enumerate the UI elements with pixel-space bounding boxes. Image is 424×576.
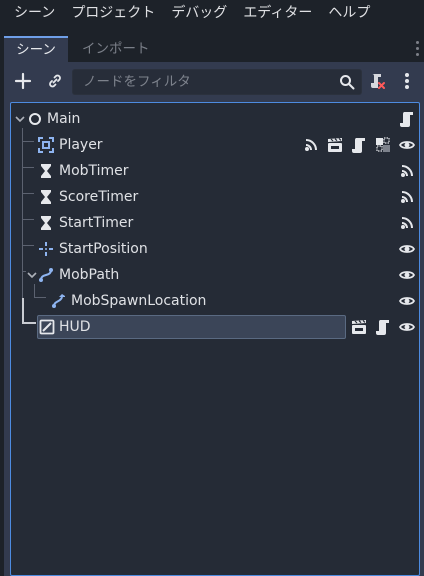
node-label: StartTimer	[59, 215, 134, 231]
tree-row-main[interactable]: Main	[11, 106, 419, 132]
scene-toolbar: ノードをフィルタ	[4, 62, 424, 100]
tree-row-mobspawnlocation[interactable]: MobSpawnLocation	[11, 288, 419, 314]
visibility-eye-icon[interactable]	[399, 241, 415, 257]
menu-editor[interactable]: エディター	[235, 0, 320, 26]
path2d-icon	[39, 268, 53, 282]
node-label: Player	[59, 137, 103, 153]
script-icon[interactable]	[375, 319, 391, 335]
marker2d-icon	[39, 242, 53, 256]
signal-icon[interactable]	[303, 137, 319, 153]
script-filter-icon[interactable]	[366, 70, 388, 92]
visibility-eye-icon[interactable]	[399, 137, 415, 153]
signal-icon[interactable]	[399, 189, 415, 205]
timer-icon	[41, 216, 51, 230]
signal-icon[interactable]	[399, 163, 415, 179]
node-filter-input[interactable]: ノードをフィルタ	[72, 69, 362, 95]
timer-icon	[41, 190, 51, 204]
tree-row-mobpath[interactable]: MobPath	[11, 262, 419, 288]
script-icon[interactable]	[351, 137, 367, 153]
tree-row-scoretimer[interactable]: ScoreTimer	[11, 184, 419, 210]
tree-row-startposition[interactable]: StartPosition	[11, 236, 419, 262]
scene-tree[interactable]: Main Player MobTimer ScoreTimer StartTim…	[10, 102, 420, 576]
node-label: StartPosition	[59, 241, 148, 257]
menu-project[interactable]: プロジェクト	[63, 0, 163, 26]
tab-scene[interactable]: シーン	[4, 36, 68, 62]
filter-placeholder: ノードをフィルタ	[83, 74, 191, 90]
tree-row-player[interactable]: Player	[11, 132, 419, 158]
tab-import[interactable]: インポート	[72, 36, 160, 62]
tree-row-starttimer[interactable]: StartTimer	[11, 210, 419, 236]
instance-link-icon[interactable]	[44, 70, 66, 92]
visibility-eye-icon[interactable]	[399, 319, 415, 335]
node-circle-icon	[29, 113, 41, 125]
menu-scene[interactable]: シーン	[6, 0, 63, 26]
node-label: MobPath	[59, 267, 120, 283]
visibility-eye-icon[interactable]	[399, 267, 415, 283]
signal-icon[interactable]	[399, 215, 415, 231]
tree-row-hud[interactable]: HUD	[11, 314, 419, 340]
menu-help[interactable]: ヘルプ	[320, 0, 378, 26]
menu-debug[interactable]: デバッグ	[163, 0, 235, 26]
search-icon	[339, 74, 355, 90]
node-label: MobTimer	[59, 163, 129, 179]
dock-tab-bar: シーン インポート	[0, 36, 424, 62]
collapse-arrow-icon[interactable]	[14, 112, 26, 126]
scene-instance-icon[interactable]	[327, 137, 343, 153]
node-label: HUD	[59, 319, 91, 335]
timer-icon	[41, 164, 51, 178]
script-icon[interactable]	[399, 111, 415, 127]
collapse-arrow-icon[interactable]	[26, 268, 38, 282]
node-label: Main	[47, 111, 81, 127]
node-label: ScoreTimer	[59, 189, 139, 205]
scene-instance-icon[interactable]	[351, 319, 367, 335]
group-icon[interactable]	[375, 137, 391, 153]
scene-dock: ノードをフィルタ Main Player MobTimer ScoreTimer…	[4, 62, 424, 576]
add-node-icon[interactable]	[12, 70, 34, 92]
pathfollow2d-icon	[52, 294, 65, 308]
tree-row-mobtimer[interactable]: MobTimer	[11, 158, 419, 184]
menu-bar: シーン プロジェクト デバッグ エディター ヘルプ	[0, 0, 424, 26]
area2d-icon	[38, 137, 54, 153]
dock-menu-icon[interactable]	[416, 41, 420, 59]
canvaslayer-icon	[39, 319, 55, 335]
node-label: MobSpawnLocation	[71, 293, 207, 309]
more-menu-icon[interactable]	[396, 70, 418, 92]
visibility-eye-icon[interactable]	[399, 293, 415, 309]
